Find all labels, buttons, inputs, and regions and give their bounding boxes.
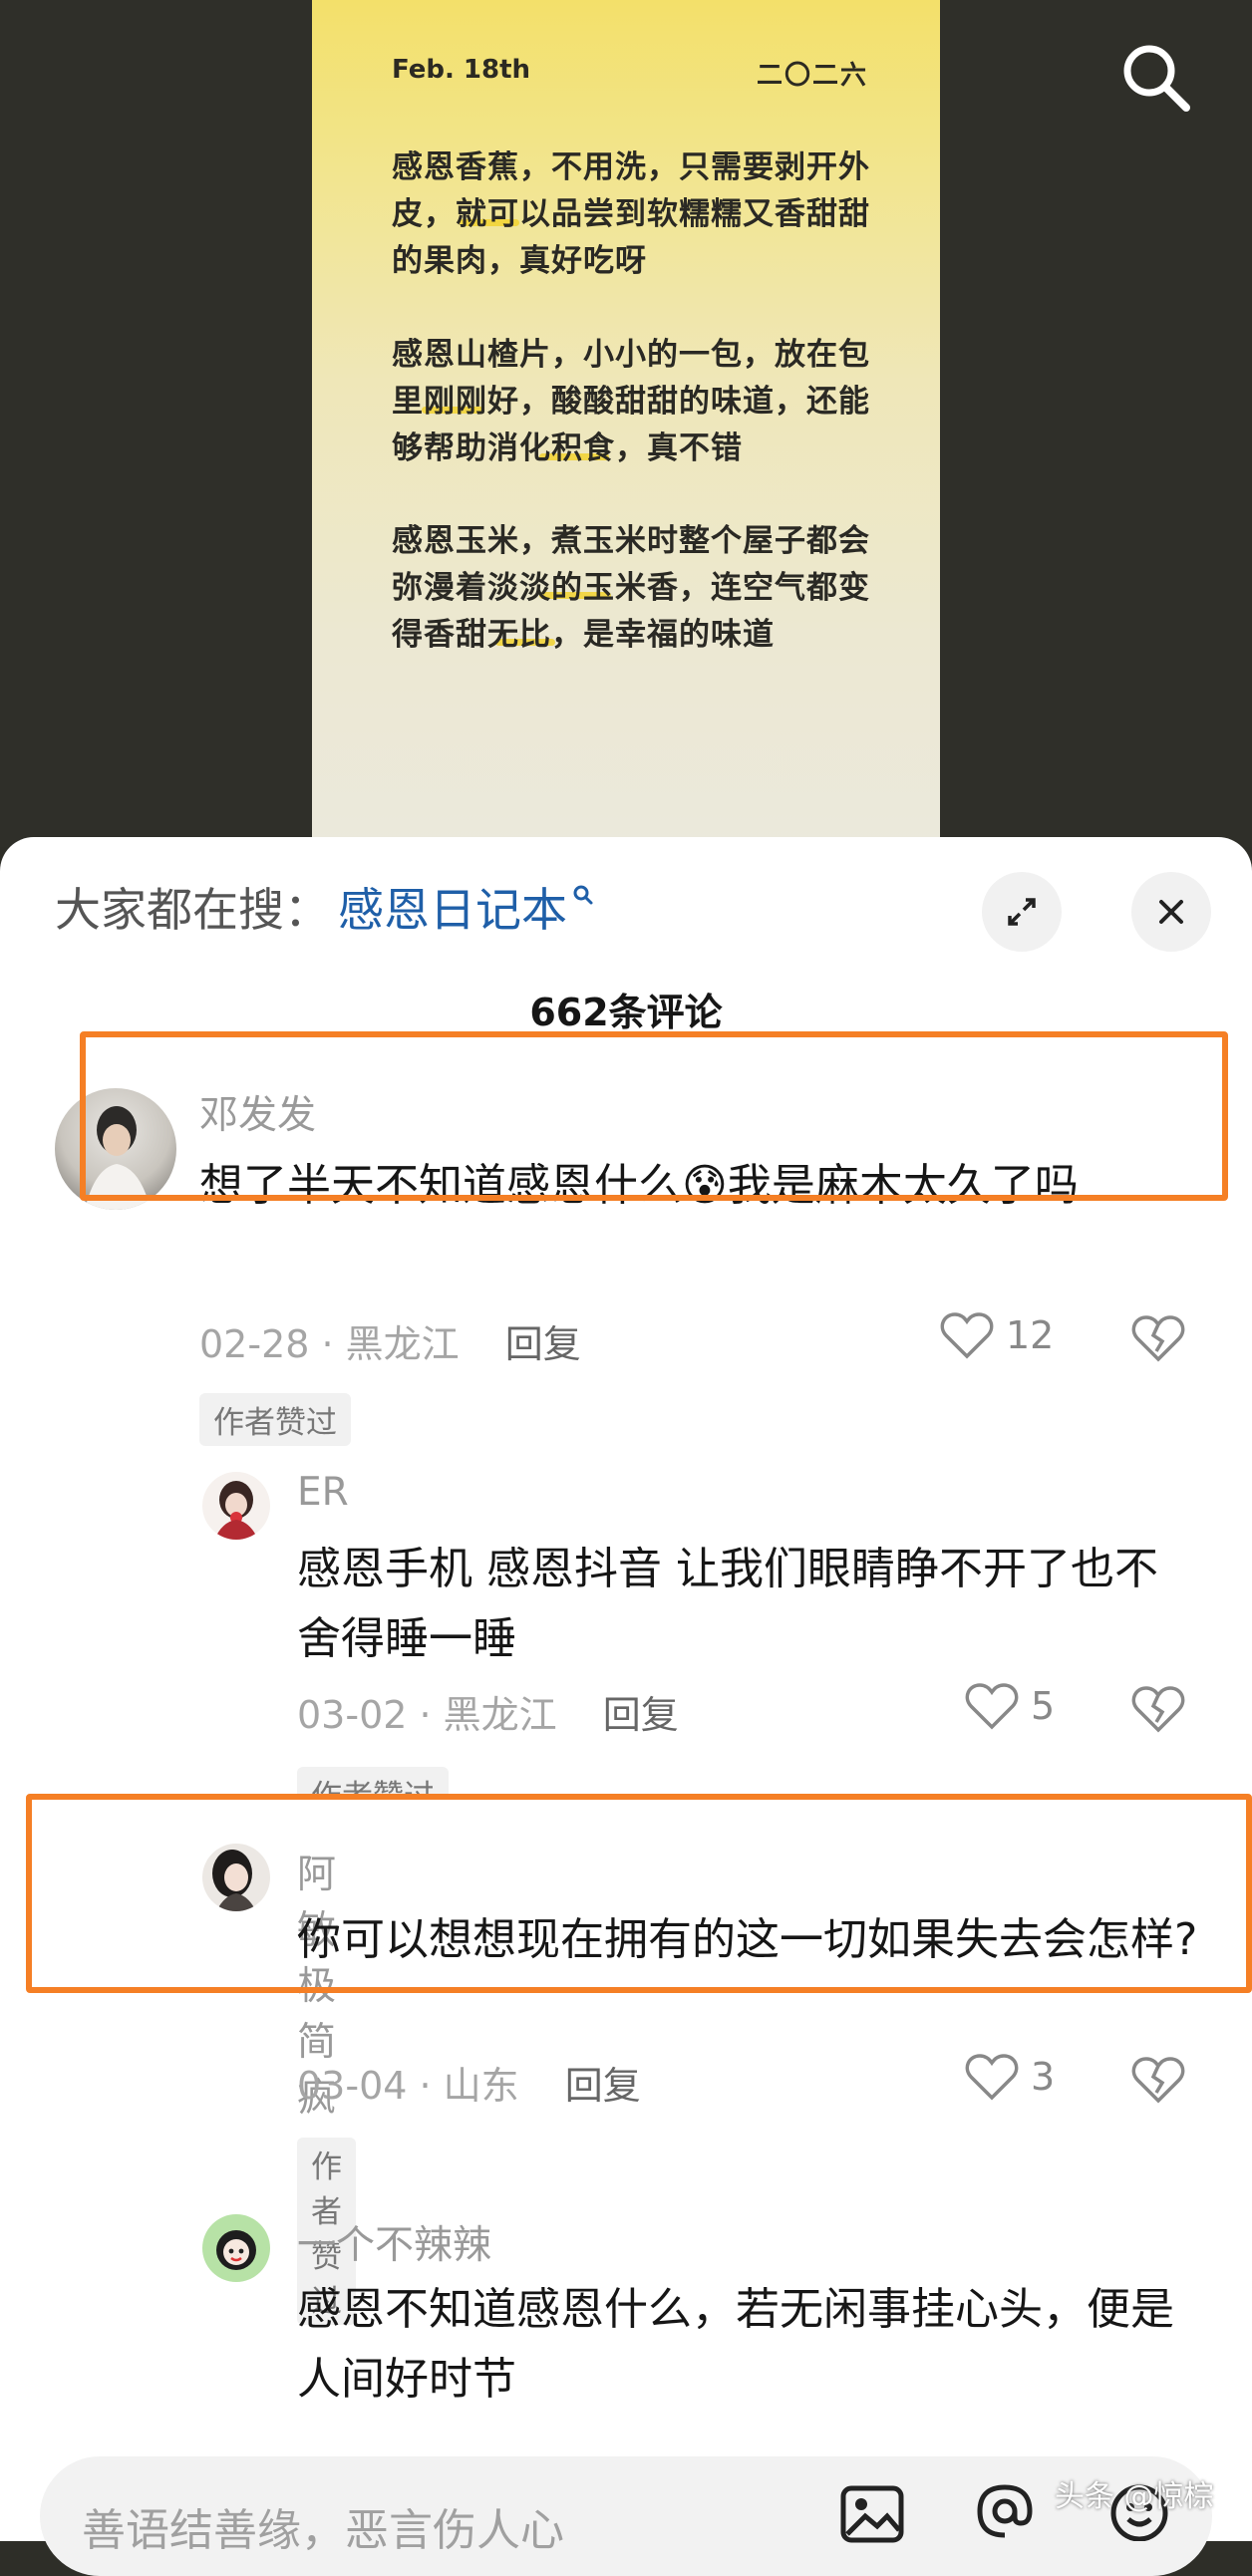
search-icon	[573, 885, 593, 905]
comment-username[interactable]: 一个不辣辣	[297, 2214, 491, 2270]
watermark: 头条 @惊棕	[1055, 2479, 1214, 2514]
heart-icon	[940, 1312, 994, 1359]
user-photo	[216, 2230, 256, 2270]
like-count: 3	[1031, 2055, 1056, 2099]
comment-meta: 02-28 · 黑龙江 回复	[199, 1322, 581, 1366]
broken-heart-icon	[1131, 1686, 1185, 1733]
heart-icon	[965, 2054, 1019, 2101]
hot-search-label: 大家都在搜：	[55, 883, 330, 937]
expand-button[interactable]	[982, 872, 1062, 952]
like-button[interactable]: 3	[965, 2052, 1055, 2102]
broken-heart-icon	[1131, 1315, 1185, 1362]
comments-sheet: 大家都在搜： 感恩日记本 662条评论 邓发发 想了半天不知道感恩什么😰我是麻木…	[0, 837, 1252, 2541]
user-photo	[214, 1481, 258, 1540]
comment-location: 黑龙江	[443, 1693, 557, 1737]
dislike-button[interactable]	[1131, 1684, 1185, 1738]
comment-date: 03-02	[297, 1693, 408, 1737]
hot-search-keyword[interactable]: 感恩日记本	[338, 874, 567, 940]
comment-location: 黑龙江	[345, 1322, 460, 1366]
reply-button[interactable]: 回复	[603, 1693, 679, 1737]
poster-paragraph: 感恩山楂片，小小的一包，放在包里刚刚好，酸酸甜甜的味道，还能够帮助消化积食，真不…	[392, 337, 870, 466]
dislike-button[interactable]	[1131, 2055, 1185, 2109]
like-count: 5	[1031, 1684, 1056, 1728]
dislike-button[interactable]	[1131, 1313, 1185, 1367]
avatar[interactable]	[202, 1472, 270, 1540]
comment-date: 02-28	[199, 1322, 310, 1366]
heart-icon	[965, 1683, 1019, 1730]
hot-search-bar[interactable]: 大家都在搜： 感恩日记本	[55, 877, 595, 937]
comment-input-placeholder: 善语结善缘，恶言伤人心	[82, 2505, 564, 2556]
poster-paragraph: 感恩玉米，煮玉米时整个屋子都会弥漫着淡淡的玉米香，连空气都变得香甜无比，是幸福的…	[392, 523, 870, 653]
expand-icon	[1008, 898, 1036, 926]
reply-button[interactable]: 回复	[565, 2064, 641, 2108]
at-icon	[977, 2484, 1033, 2538]
broken-heart-icon	[1131, 2057, 1185, 2104]
comment-count: 662条评论	[529, 991, 723, 1034]
image-button[interactable]	[839, 2484, 905, 2548]
like-button[interactable]: 5	[965, 1681, 1055, 1731]
close-button[interactable]	[1131, 872, 1211, 952]
poster-date: Feb. 18th	[392, 55, 531, 85]
search-button[interactable]	[1116, 38, 1196, 118]
reply-button[interactable]: 回复	[505, 1322, 581, 1366]
close-icon	[1159, 900, 1183, 924]
poster-paragraph: 感恩香蕉，不用洗，只需要剥开外皮，就可以品尝到软糯糯又香甜甜的果肉，真好吃呀	[392, 149, 870, 279]
comment-username[interactable]: ER	[297, 1470, 349, 1515]
like-button[interactable]: 12	[940, 1310, 1054, 1360]
comment-date: 03-04	[297, 2064, 408, 2108]
comment-meta: 03-02 · 黑龙江 回复	[297, 1693, 679, 1737]
avatar[interactable]	[202, 2214, 270, 2282]
gratitude-poster: Feb. 18th 二〇二六 感恩香蕉，不用洗，只需要剥开外皮，就可以品尝到软糯…	[312, 0, 940, 847]
comment-text: 感恩不知道感恩什么，若无闲事挂心头，便是人间好时节	[297, 2284, 1174, 2405]
highlight-box	[26, 1794, 1252, 1993]
highlight-box	[80, 1031, 1228, 1201]
mention-button[interactable]	[972, 2481, 1038, 2545]
image-icon	[840, 2485, 904, 2543]
comment-location: 山东	[443, 2064, 519, 2108]
poster-year: 二〇二六	[756, 61, 868, 91]
comment-meta: 03-04 · 山东 回复	[297, 2064, 641, 2108]
comment-text: 感恩手机 感恩抖音 让我们眼睛睁不开了也不舍得睡一睡	[297, 1544, 1158, 1664]
author-liked-badge: 作者赞过	[199, 1393, 351, 1446]
search-icon[interactable]	[1116, 38, 1196, 118]
like-count: 12	[1006, 1313, 1055, 1357]
